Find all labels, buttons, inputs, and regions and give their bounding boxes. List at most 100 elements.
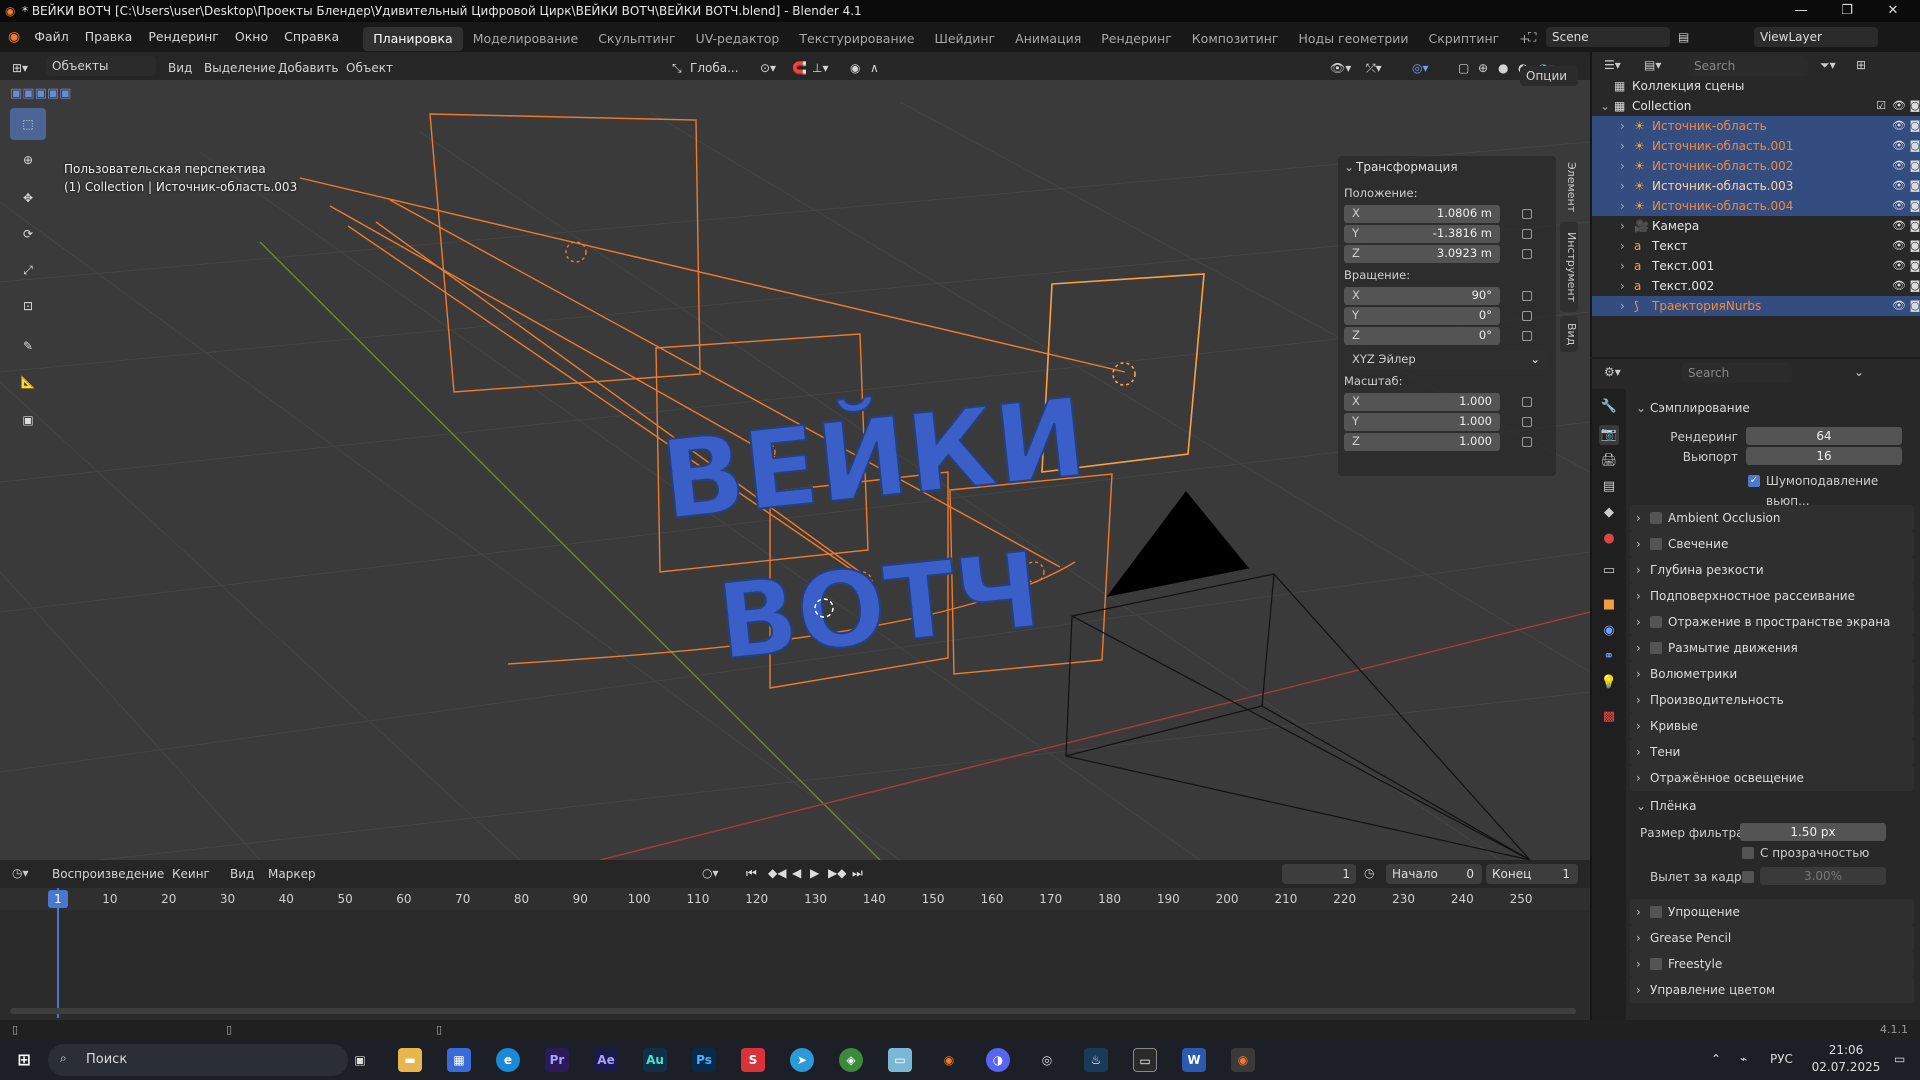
workspace-tab-sculpting[interactable]: Скульптинг xyxy=(588,27,685,51)
physics-tab-icon[interactable]: ◉ xyxy=(1599,621,1619,641)
options-dropdown[interactable]: Опции xyxy=(1520,66,1578,86)
lock-icon[interactable] xyxy=(1522,291,1532,301)
timeline-editor-icon[interactable]: ◷▾ xyxy=(12,866,29,880)
properties-section[interactable]: › Freestyle xyxy=(1630,951,1914,977)
jump-start-icon[interactable]: ⏮ xyxy=(746,866,757,881)
snap-target-icon[interactable]: ⊥▾ xyxy=(812,58,828,78)
properties-section[interactable]: › Кривые xyxy=(1630,713,1914,739)
eye-icon[interactable]: 👁 xyxy=(1892,159,1906,173)
chevron-right-icon[interactable]: › xyxy=(1620,236,1625,256)
timeline-menu-marker[interactable]: Маркер xyxy=(268,867,316,881)
scale-y-field[interactable]: Y 1.000 xyxy=(1344,413,1500,431)
timeline-menu-keying[interactable]: Кеинг xyxy=(172,867,210,881)
chevron-right-icon[interactable]: › xyxy=(1620,216,1625,236)
eye-icon[interactable]: 👁 xyxy=(1892,239,1906,253)
chevron-right-icon[interactable]: › xyxy=(1620,296,1625,316)
chevron-right-icon[interactable]: › xyxy=(1620,256,1625,276)
eye-icon[interactable]: 👁 xyxy=(1892,139,1906,153)
notes-app-icon[interactable]: ▭ xyxy=(888,1048,912,1072)
viewport-menu-add[interactable]: Добавить xyxy=(278,58,338,78)
eye-icon[interactable]: 👁 xyxy=(1892,99,1906,113)
properties-search-input[interactable]: Search xyxy=(1682,363,1792,383)
outliner-object-row[interactable]: › ☀ Источник-область.002 👁 ◙ xyxy=(1592,156,1920,176)
word-icon[interactable]: W xyxy=(1182,1048,1206,1072)
render-tab-icon[interactable]: 📷 xyxy=(1599,425,1619,445)
data-tab-icon[interactable]: 💡 xyxy=(1599,673,1619,693)
chevron-down-icon[interactable]: ⌄ xyxy=(1854,365,1864,379)
timeline-menu-view[interactable]: Вид xyxy=(230,867,254,881)
new-collection-icon[interactable]: ⊞ xyxy=(1856,58,1866,72)
properties-section[interactable]: › Размытие движения xyxy=(1630,635,1914,661)
world-tab-icon[interactable]: ● xyxy=(1599,529,1619,549)
xray-icon[interactable]: ▢ xyxy=(1458,58,1469,78)
notifications-icon[interactable]: ▭ xyxy=(1894,1052,1905,1066)
transparent-row[interactable]: С прозрачностью xyxy=(1630,843,1914,863)
render-camera-icon[interactable]: ◙ xyxy=(1908,139,1920,153)
transform-tool[interactable]: ⊡ xyxy=(10,290,46,322)
start-frame-field[interactable]: Начало 0 xyxy=(1386,864,1482,884)
rotation-y-field[interactable]: Y 0° xyxy=(1344,307,1500,325)
menu-file[interactable]: Файл xyxy=(26,22,77,52)
location-z-field[interactable]: Z 3.0923 m xyxy=(1344,245,1500,263)
section-checkbox[interactable] xyxy=(1650,616,1662,628)
network-icon[interactable]: ⌁ xyxy=(1740,1052,1747,1066)
properties-section[interactable]: › Тени xyxy=(1630,739,1914,765)
render-camera-icon[interactable]: ◙ xyxy=(1908,159,1920,173)
outliner-editor-icon[interactable]: ☰▾ xyxy=(1604,58,1621,72)
end-frame-field[interactable]: Конец 1 xyxy=(1486,864,1578,884)
select-box-tool[interactable]: ⬚ xyxy=(10,108,46,140)
scene-collection-row[interactable]: ▦ Коллекция сцены xyxy=(1592,76,1920,96)
browser-icon[interactable]: ◈ xyxy=(839,1048,863,1072)
eye-icon[interactable]: 👁 xyxy=(1892,219,1906,233)
obs-icon[interactable]: ◎ xyxy=(1035,1048,1059,1072)
outliner-object-row[interactable]: › ☀ Источник-область.003 👁 ◙ xyxy=(1592,176,1920,196)
lock-icon[interactable] xyxy=(1522,229,1532,239)
render-camera-icon[interactable]: ◙ xyxy=(1908,279,1920,293)
rotation-mode-dropdown[interactable]: XYZ Эйлер ⌄ xyxy=(1344,351,1548,369)
eye-icon[interactable]: 👁 xyxy=(1892,179,1906,193)
prev-keyframe-icon[interactable]: ◆◀ xyxy=(768,866,786,880)
properties-section[interactable]: › Grease Pencil xyxy=(1630,925,1914,951)
overlay-icon[interactable]: ◎▾ xyxy=(1412,58,1429,78)
render-camera-icon[interactable]: ◙ xyxy=(1908,119,1920,133)
exclude-checkbox[interactable]: ☑ xyxy=(1874,99,1888,113)
taskbar-search-box[interactable]: ⌕ Поиск xyxy=(48,1044,348,1076)
outliner-object-row[interactable]: › ⟆ ТраекторияNurbs 👁 ◙ xyxy=(1592,296,1920,316)
render-camera-icon[interactable]: ◙ xyxy=(1908,99,1920,113)
current-frame-field[interactable]: 1 xyxy=(1282,864,1356,884)
collection-tab-icon[interactable]: ▭ xyxy=(1599,561,1619,581)
render-camera-icon[interactable]: ◙ xyxy=(1908,259,1920,273)
chevron-right-icon[interactable]: › xyxy=(1620,176,1625,196)
eye-icon[interactable]: 👁 xyxy=(1892,119,1906,133)
chevron-right-icon[interactable]: › xyxy=(1620,156,1625,176)
chevron-down-icon[interactable]: ⌄ xyxy=(1600,96,1610,116)
object-mode-dropdown[interactable]: Объекты xyxy=(46,56,156,76)
section-checkbox[interactable] xyxy=(1650,512,1662,524)
timeline-scrollbar[interactable] xyxy=(10,1008,1576,1014)
view-layer-tab-icon[interactable]: ▤ xyxy=(1599,477,1619,497)
workspace-tab-compositing[interactable]: Композитинг xyxy=(1182,27,1289,51)
render-camera-icon[interactable]: ◙ xyxy=(1908,199,1920,213)
lock-icon[interactable] xyxy=(1522,311,1532,321)
properties-section[interactable]: › Производительность xyxy=(1630,687,1914,713)
properties-section[interactable]: › Отражение в пространстве экрана xyxy=(1630,609,1914,635)
collection-row[interactable]: ⌄ ▦ Collection 👁 ◙ ☑ xyxy=(1592,96,1920,116)
outliner-object-row[interactable]: › ☀ Источник-область.001 👁 ◙ xyxy=(1592,136,1920,156)
sampling-section[interactable]: ⌄ Сэмплирование xyxy=(1630,395,1914,421)
section-checkbox[interactable] xyxy=(1650,906,1662,918)
filter-icon[interactable]: ⏷▾ xyxy=(1820,58,1836,73)
scene-selector[interactable]: Scene xyxy=(1546,27,1670,47)
viewport-menu-view[interactable]: Вид xyxy=(168,58,192,78)
wireframe-shading-icon[interactable]: ⊕ xyxy=(1478,58,1488,78)
outliner-object-row[interactable]: › a Текст 👁 ◙ xyxy=(1592,236,1920,256)
outliner-object-row[interactable]: › ☀ Источник-область.004 👁 ◙ xyxy=(1592,196,1920,216)
autokey-icon[interactable]: ○▾ xyxy=(702,866,719,880)
properties-section[interactable]: › Упрощение xyxy=(1630,899,1914,925)
overscan-checkbox[interactable] xyxy=(1742,871,1754,883)
outliner-search-input[interactable]: Search xyxy=(1688,56,1808,76)
solid-shading-icon[interactable]: ● xyxy=(1498,58,1508,78)
falloff-icon[interactable]: ∧ xyxy=(870,58,879,78)
steam-icon[interactable]: ♨ xyxy=(1084,1048,1108,1072)
constraints-tab-icon[interactable]: ⚭ xyxy=(1599,647,1619,667)
section-checkbox[interactable] xyxy=(1650,958,1662,970)
